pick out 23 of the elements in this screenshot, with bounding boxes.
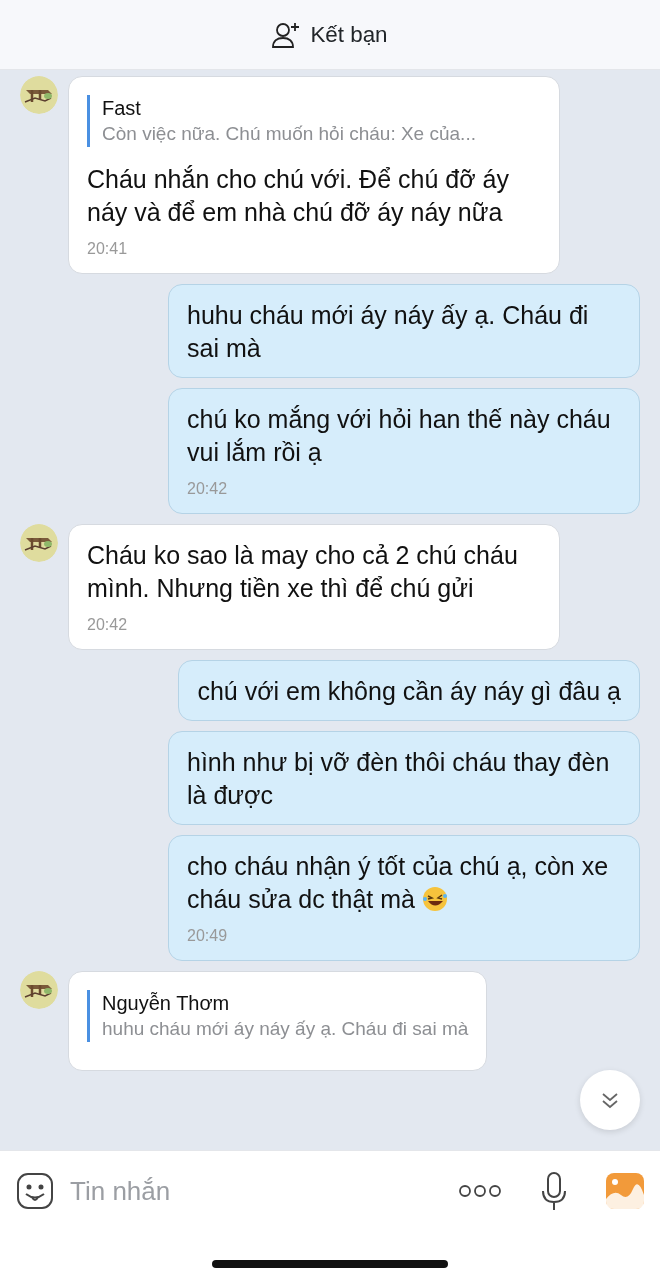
microphone-icon[interactable] [540,1171,568,1211]
message-text: chú với em không cần áy náy gì đâu ạ [197,676,621,707]
add-friend-button[interactable]: Kết bạn [272,17,388,52]
message-time: 20:42 [187,479,229,499]
avatar[interactable] [20,971,58,1009]
message-time: 20:41 [87,239,129,259]
quoted-text: Còn việc nữa. Chú muốn hỏi cháu: Xe của... [102,122,477,146]
sticker-icon[interactable] [16,1172,54,1210]
avatar[interactable] [20,524,58,562]
message-text: Cháu ko sao là may cho cả 2 chú cháu mình. Nhưng tiền xe thì để chú gửi [87,540,519,604]
quoted-text: huhu cháu mới áy náy ấy ạ. Cháu đi sai mà [102,1017,469,1041]
message-text: hình như bị vỡ đèn thôi cháu thay đèn là được [187,747,611,811]
quoted-sender: Nguyễn Thơm [102,991,231,1016]
message-time: 20:49 [187,926,229,946]
message-text: cho cháu nhận ý tốt của chú ạ, còn xe cháu sửa dc thật mà [187,851,610,915]
quoted-sender: Fast [102,96,142,121]
message-text: Cháu nhắn cho chú với. Để chú đỡ áy náy và để em nhà chú đỡ áy náy nữa [87,164,510,228]
avatar[interactable] [20,76,58,114]
message-time: 20:42 [87,615,129,635]
message-field[interactable]: Tin nhắn [70,1171,370,1211]
more-icon[interactable] [458,1184,502,1198]
message-text: huhu cháu mới áy náy ấy ạ. Cháu đi sai mà [187,300,590,364]
message-text: chú ko mắng với hỏi han thế này cháu vui lắm rồi ạ [187,404,612,468]
